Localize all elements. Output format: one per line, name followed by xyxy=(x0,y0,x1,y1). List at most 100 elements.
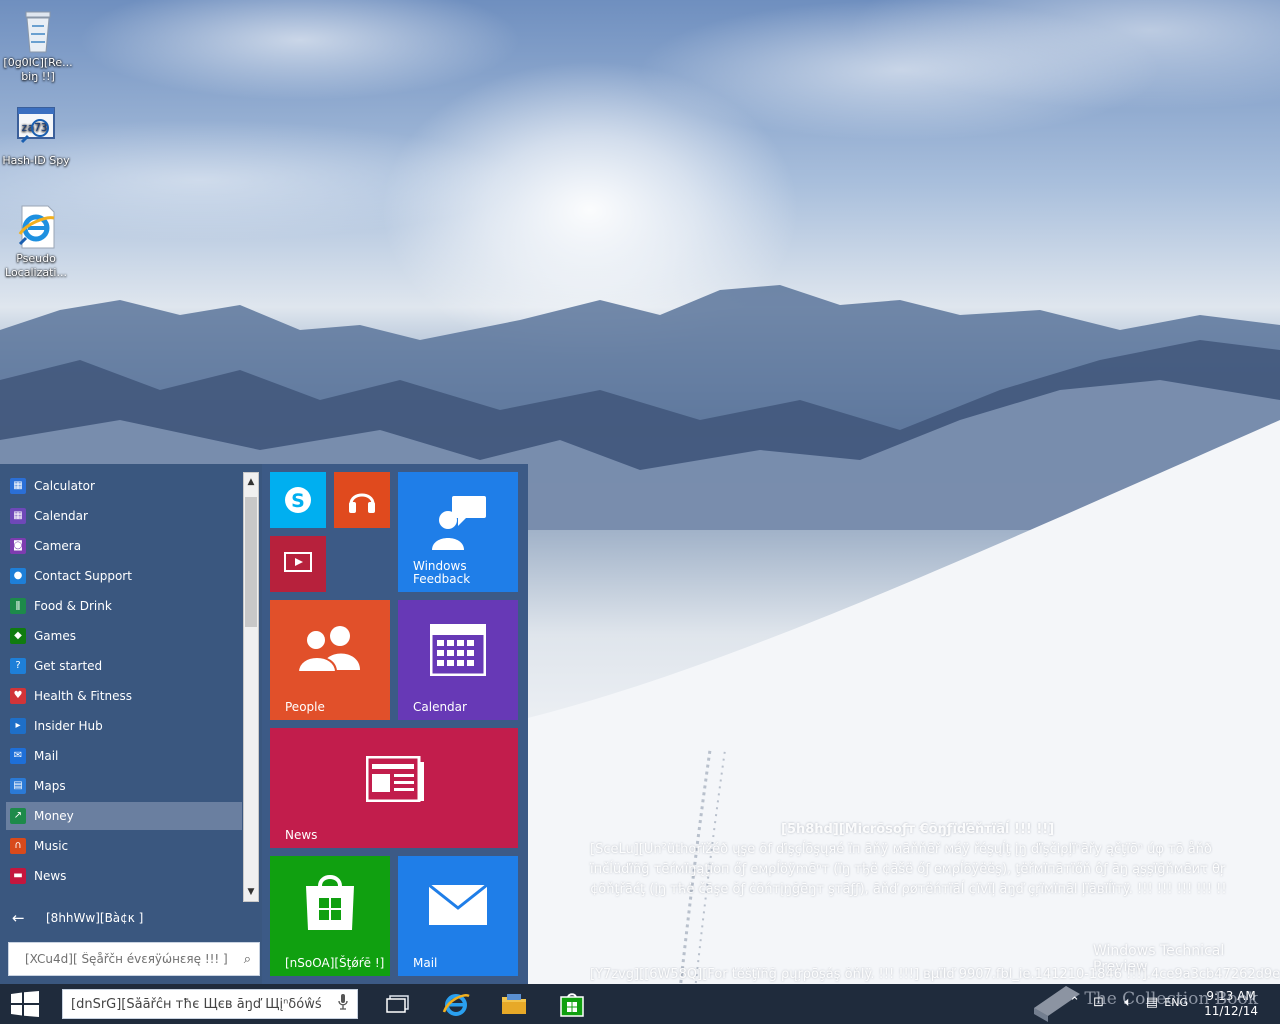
newspaper-icon: ▬ xyxy=(10,868,26,884)
newspaper-icon xyxy=(366,756,424,802)
headphones-icon: ∩ xyxy=(10,838,26,854)
watermark-body-line3: ¢õňţřāćţ (įŋ тћė čāşе ŏƒ ċõńтįŋğēŋт şтāƒ… xyxy=(590,882,1227,897)
store-bag-icon xyxy=(560,993,584,1017)
tile-people[interactable]: People xyxy=(270,600,390,720)
app-list-item-label: Music xyxy=(34,839,69,853)
tile-news-label: News xyxy=(285,828,318,842)
hash-id-spy-icon: za73 xyxy=(16,106,56,150)
desktop-icon-recycle-bin[interactable]: [0g0IC][Re... biŋ !!] xyxy=(2,8,74,84)
windows-logo-icon xyxy=(11,991,39,1017)
question-icon: ? xyxy=(10,658,26,674)
tile-windows-feedback-label: Windows Feedback xyxy=(413,559,471,586)
store-bag-icon xyxy=(306,875,354,930)
scroll-down-icon[interactable]: ▼ xyxy=(244,883,258,901)
app-list-item-label: Calculator xyxy=(34,479,95,493)
app-list-item-label: Insider Hub xyxy=(34,719,103,733)
app-list-item-news[interactable]: ▬ News xyxy=(6,862,242,890)
taskbar-search-input[interactable]: [dnSrG][Šåāřĉн тħє Щєв āŋď Щįⁿδóŵś xyxy=(62,989,358,1019)
folder-icon xyxy=(502,994,526,1014)
tile-mail-label: Mail xyxy=(413,956,438,970)
desktop-icon-pseudo-localization[interactable]: Pseudo Localizati... xyxy=(0,204,72,280)
app-list-item-label: Contact Support xyxy=(34,569,132,583)
app-list-item-music[interactable]: ∩ Music xyxy=(6,832,242,860)
store-button[interactable] xyxy=(548,984,596,1024)
app-list-item-health-fitness[interactable]: ♥ Health & Fitness xyxy=(6,682,242,710)
tile-windows-feedback[interactable]: Windows Feedback xyxy=(398,472,518,592)
feedback-icon xyxy=(432,496,486,550)
tile-store-label: [nSoOA][Šţǿŕē !] xyxy=(285,956,385,970)
back-button[interactable]: ← [8hhWw][Bà¢κ ] xyxy=(6,904,246,932)
scrollbar-thumb[interactable] xyxy=(245,497,257,627)
watermark-build: [Y7zvg][[6W58Q][For ťéšţïñğ ρųŗρōşáş ŏňĺ… xyxy=(590,967,1280,982)
gamepad-icon: ◆ xyxy=(10,628,26,644)
app-list-item-money[interactable]: ↗ Money xyxy=(6,802,242,830)
svg-text:S: S xyxy=(291,490,305,512)
app-list: ▦ Calculator ▦ Calendar ◙ Camera ● Contact Supp… xyxy=(0,464,262,984)
book-watermark-icon xyxy=(1034,986,1080,1022)
app-list-item-label: Maps xyxy=(34,779,66,793)
task-view-button[interactable] xyxy=(374,984,422,1024)
app-list-item-label: Money xyxy=(34,809,74,823)
microphone-icon[interactable] xyxy=(335,994,351,1014)
heart-icon: ♥ xyxy=(10,688,26,704)
tile-news[interactable]: News xyxy=(270,728,518,848)
watermark-heading: [5h8hd][Micrõsoƒт €õŋƒïďēňтïāĺ !!! !!] xyxy=(781,822,1055,837)
tile-video[interactable] xyxy=(270,536,326,592)
watermark-body-line1: [SceLu][Un²üthorïžéð ųşe õf ďişçĺōşųяé ï… xyxy=(590,842,1212,857)
app-list-item-contact-support[interactable]: ● Contact Support xyxy=(6,562,242,590)
watermark-body-line2: ïпčĺüďïñğ τēŕмïŋąţïοп őƒ емρĺöÿmēⁿт (їŋ … xyxy=(590,862,1226,877)
skype-icon: S xyxy=(285,487,311,513)
app-list-item-games[interactable]: ◆ Games xyxy=(6,622,242,650)
map-icon: ▤ xyxy=(10,778,26,794)
app-list-item-food-drink[interactable]: ǁ Food & Drink xyxy=(6,592,242,620)
start-search-input[interactable]: [XCu4d][ Ŝęåřčн évεяÿώнεяę !!! ] ⌕ xyxy=(8,942,260,976)
file-explorer-button[interactable] xyxy=(490,984,538,1024)
start-button[interactable] xyxy=(0,984,50,1024)
app-list-item-calendar[interactable]: ▦ Calendar xyxy=(6,502,242,530)
envelope-icon: ✉ xyxy=(10,748,26,764)
taskbar-search-placeholder: [dnSrG][Šåāřĉн тħє Щєв āŋď Щįⁿδóŵś xyxy=(71,996,322,1012)
app-list-item-label: Calendar xyxy=(34,509,88,523)
task-view-icon xyxy=(386,995,409,1013)
tile-music[interactable] xyxy=(334,472,390,528)
calculator-icon: ▦ xyxy=(10,478,26,494)
internet-explorer-button[interactable] xyxy=(432,984,480,1024)
search-icon[interactable]: ⌕ xyxy=(244,952,251,967)
video-icon xyxy=(284,552,312,572)
app-list-item-label: Get started xyxy=(34,659,103,673)
tile-people-label: People xyxy=(285,700,325,714)
back-label: [8hhWw][Bà¢κ ] xyxy=(46,911,144,925)
app-list-item-label: Games xyxy=(34,629,76,643)
app-list-item-get-started[interactable]: ? Get started xyxy=(6,652,242,680)
headphones-icon xyxy=(349,493,375,513)
app-list-item-maps[interactable]: ▤ Maps xyxy=(6,772,242,800)
scroll-up-icon[interactable]: ▲ xyxy=(244,473,258,491)
internet-explorer-icon xyxy=(442,994,470,1016)
person-icon: ● xyxy=(10,568,26,584)
hash-id-spy-label: Hash-ID Spy xyxy=(2,154,70,167)
recycle-bin-label: [0g0IC][Re... biŋ !!] xyxy=(3,56,73,83)
tile-mail[interactable]: Mail xyxy=(398,856,518,976)
people-icon xyxy=(296,626,360,673)
start-menu: ▦ Calculator ▦ Calendar ◙ Camera ● Contact Supp… xyxy=(0,464,528,984)
app-list-item-label: Camera xyxy=(34,539,82,553)
start-search-placeholder: [XCu4d][ Ŝęåřčн évεяÿώнεяę !!! ] xyxy=(25,952,228,966)
tile-calendar-label: Calendar xyxy=(413,700,467,714)
app-list-item-label: Health & Fitness xyxy=(34,689,132,703)
tile-store[interactable]: [nSoOA][Šţǿŕē !] xyxy=(270,856,390,976)
app-list-item-camera[interactable]: ◙ Camera xyxy=(6,532,242,560)
app-list-scrollbar[interactable]: ▲ ▼ xyxy=(243,472,259,902)
calendar-grid-icon xyxy=(430,624,486,676)
camera-icon: ◙ xyxy=(10,538,26,554)
envelope-icon xyxy=(428,884,488,925)
desktop-icon-hash-id-spy[interactable]: za73 Hash-ID Spy xyxy=(0,106,72,168)
app-list-item-insider-hub[interactable]: ▸ Insider Hub xyxy=(6,712,242,740)
insider-icon: ▸ xyxy=(10,718,26,734)
app-list-item-label: Mail xyxy=(34,749,59,763)
back-arrow-icon: ← xyxy=(12,909,25,927)
tile-skype[interactable]: S xyxy=(270,472,326,528)
app-list-item-calculator[interactable]: ▦ Calculator xyxy=(6,472,242,500)
app-list-item-mail[interactable]: ✉ Mail xyxy=(6,742,242,770)
tile-calendar[interactable]: Calendar xyxy=(398,600,518,720)
pseudo-localization-label: Pseudo Localizati... xyxy=(5,252,67,279)
